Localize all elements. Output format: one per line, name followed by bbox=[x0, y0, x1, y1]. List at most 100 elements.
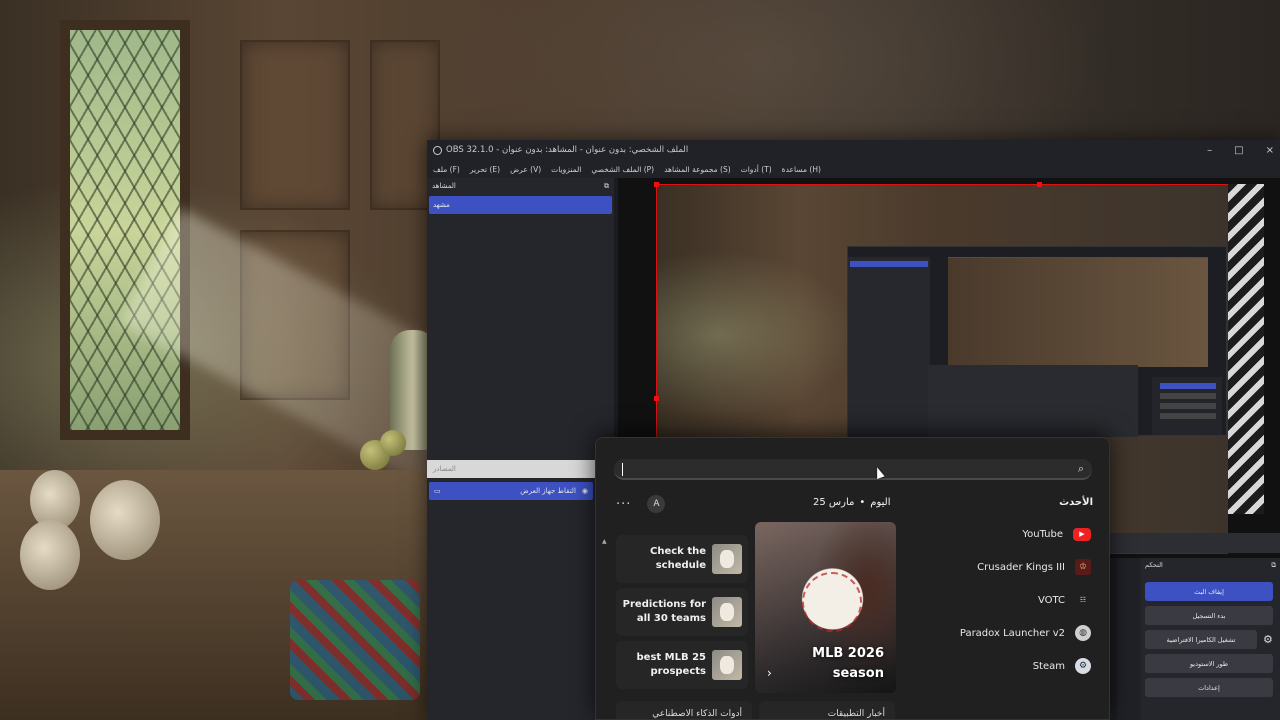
transition-bar[interactable] bbox=[1107, 533, 1280, 553]
recent-item-crusader-kings[interactable]: Crusader Kings III ♔ bbox=[977, 556, 1091, 578]
obs-titlebar: OBS 32.1.0 - الملف الشخصي: بدون عنوان - … bbox=[427, 140, 1280, 160]
nested-scene-item bbox=[850, 261, 928, 267]
controls-dock: التحكم ⧉ إيقاف البث بدء التسجيل تشغيل ال… bbox=[1141, 558, 1280, 720]
recent-item-steam[interactable]: Steam ⚙ bbox=[1033, 655, 1091, 677]
nested-control-button bbox=[1160, 403, 1216, 409]
nested-controls bbox=[1152, 377, 1222, 435]
start-virtual-camera-button[interactable]: تشغيل الكاميرا الافتراضية bbox=[1145, 630, 1257, 649]
menu-file[interactable]: ملف (F) bbox=[433, 165, 460, 174]
bottom-card[interactable]: أدوات الذكاء الاصطناعي bbox=[616, 701, 752, 719]
news-thumbnail bbox=[712, 597, 742, 627]
transform-handle[interactable] bbox=[654, 182, 659, 187]
youtube-icon: ▶ bbox=[1073, 527, 1091, 541]
recent-item-label: Paradox Launcher v2 bbox=[959, 627, 1065, 639]
settings-button[interactable]: إعدادات bbox=[1145, 678, 1273, 697]
paradox-icon: ◍ bbox=[1075, 625, 1091, 641]
obs-logo-icon bbox=[433, 145, 442, 155]
news-card-text: Predictions for all 30 teams bbox=[622, 599, 706, 624]
preview-stripes bbox=[1228, 184, 1264, 514]
today-label: اليوم bbox=[870, 497, 891, 508]
menu-edit[interactable]: تحرير (E) bbox=[470, 165, 500, 174]
feature-title: MLB 2026 season bbox=[812, 646, 884, 681]
menu-view[interactable]: عرض (V) bbox=[510, 165, 541, 174]
start-menu-panel: ⌕ ··· A 25 مارس • اليوم الأحدث ▲ Check t… bbox=[595, 437, 1110, 720]
crusader-kings-icon: ♔ bbox=[1075, 559, 1091, 575]
scenes-dock: المشاهد ⧉ مشهد bbox=[427, 178, 614, 460]
dock-float-icon[interactable]: ⧉ bbox=[1271, 561, 1276, 570]
start-tools: ··· A bbox=[616, 495, 666, 513]
news-card[interactable]: Check the schedule bbox=[616, 535, 748, 583]
maximize-button[interactable]: □ bbox=[1234, 145, 1243, 156]
news-card-text: Check the schedule bbox=[650, 546, 706, 571]
controls-title: التحكم bbox=[1145, 561, 1163, 569]
recent-item-label: Crusader Kings III bbox=[977, 561, 1065, 573]
menu-scene-collection[interactable]: مجموعة المشاهد (S) bbox=[664, 165, 731, 174]
gear-icon[interactable]: ⚙ bbox=[1263, 633, 1273, 646]
obs-menubar: ملف (F) تحرير (E) عرض (V) المنزويات المل… bbox=[427, 160, 1280, 178]
recent-item-paradox[interactable]: Paradox Launcher v2 ◍ bbox=[960, 622, 1091, 644]
recent-item-youtube[interactable]: YouTube ▶ bbox=[1022, 523, 1091, 545]
scroll-roll bbox=[90, 480, 160, 560]
baseball-icon bbox=[802, 572, 862, 632]
bottom-card[interactable]: أخبار التطبيقات bbox=[759, 701, 895, 719]
recent-item-votc[interactable]: VOTC ☷ bbox=[1038, 589, 1091, 611]
scroll-up-icon[interactable]: ▲ bbox=[602, 538, 607, 545]
sources-filter-input[interactable]: المصادر bbox=[427, 460, 595, 478]
start-recording-button[interactable]: بدء التسجيل bbox=[1145, 606, 1273, 625]
monitor-icon: ▭ bbox=[434, 487, 441, 495]
recent-item-label: VOTC bbox=[1037, 594, 1065, 606]
obs-title: OBS 32.1.0 - الملف الشخصي: بدون عنوان - … bbox=[433, 145, 688, 155]
menu-help[interactable]: مساعدة (H) bbox=[782, 165, 821, 174]
recent-item-label: YouTube bbox=[1022, 528, 1063, 540]
eye-icon[interactable]: ◉ bbox=[582, 487, 588, 495]
menu-profile[interactable]: الملف الشخصي (P) bbox=[591, 165, 654, 174]
stop-streaming-button[interactable]: إيقاف البث bbox=[1145, 582, 1273, 601]
menu-tools[interactable]: أدوات (T) bbox=[741, 165, 772, 174]
date-label: 25 مارس bbox=[813, 497, 855, 508]
date-separator: • bbox=[859, 497, 866, 508]
nested-control-button bbox=[1160, 393, 1216, 399]
transform-handle[interactable] bbox=[654, 396, 659, 401]
scene-item[interactable]: مشهد bbox=[429, 196, 612, 214]
text-caret bbox=[622, 463, 623, 476]
nested-scenes-dock bbox=[848, 257, 930, 437]
obs-title-text: OBS 32.1.0 - الملف الشخصي: بدون عنوان - … bbox=[446, 145, 689, 155]
window-controls: – □ × bbox=[1207, 145, 1274, 156]
votc-icon: ☷ bbox=[1079, 596, 1087, 604]
search-icon[interactable]: ⌕ bbox=[1078, 462, 1084, 476]
more-options-icon[interactable]: ··· bbox=[616, 497, 631, 512]
menu-docks[interactable]: المنزويات bbox=[551, 165, 581, 174]
news-thumbnail bbox=[712, 650, 742, 680]
source-item[interactable]: ▭ التقاط جهاز العرض ◉ bbox=[429, 482, 593, 500]
news-card[interactable]: Predictions for all 30 teams bbox=[616, 588, 748, 636]
recent-item-label: Steam bbox=[1032, 660, 1065, 672]
studio-mode-button[interactable]: طور الاستوديو bbox=[1145, 654, 1273, 673]
nested-control-button bbox=[1160, 413, 1216, 419]
audio-mixer-strip[interactable] bbox=[1117, 558, 1141, 720]
feature-card[interactable]: MLB 2026 season › bbox=[755, 522, 896, 693]
chevron-right-icon[interactable]: › bbox=[767, 666, 772, 680]
source-item-label: التقاط جهاز العرض bbox=[520, 487, 576, 495]
nested-obs-capture bbox=[847, 246, 1227, 437]
search-input[interactable]: ⌕ bbox=[614, 459, 1092, 480]
close-button[interactable]: × bbox=[1266, 145, 1274, 156]
scrollbar[interactable]: ▲ bbox=[602, 528, 607, 718]
controls-header: التحكم ⧉ bbox=[1141, 558, 1280, 572]
minimize-button[interactable]: – bbox=[1207, 145, 1212, 156]
rug bbox=[290, 580, 420, 700]
nested-control-button bbox=[1160, 383, 1216, 389]
avatar[interactable]: A bbox=[647, 495, 666, 513]
dock-float-icon[interactable]: ⧉ bbox=[604, 182, 609, 191]
scenes-header: المشاهد ⧉ bbox=[427, 178, 614, 194]
nested-preview bbox=[948, 257, 1208, 367]
recent-header: الأحدث bbox=[1059, 497, 1093, 508]
news-thumbnail bbox=[712, 544, 742, 574]
scroll-roll bbox=[20, 520, 80, 590]
scenes-title: المشاهد bbox=[432, 182, 456, 190]
nested-start-panel bbox=[928, 365, 1138, 437]
transform-handle[interactable] bbox=[1037, 182, 1042, 187]
steam-icon: ⚙ bbox=[1075, 658, 1091, 674]
wall-panel bbox=[240, 40, 350, 210]
apple bbox=[380, 430, 406, 456]
news-card[interactable]: best MLB 25 prospects bbox=[616, 641, 748, 689]
